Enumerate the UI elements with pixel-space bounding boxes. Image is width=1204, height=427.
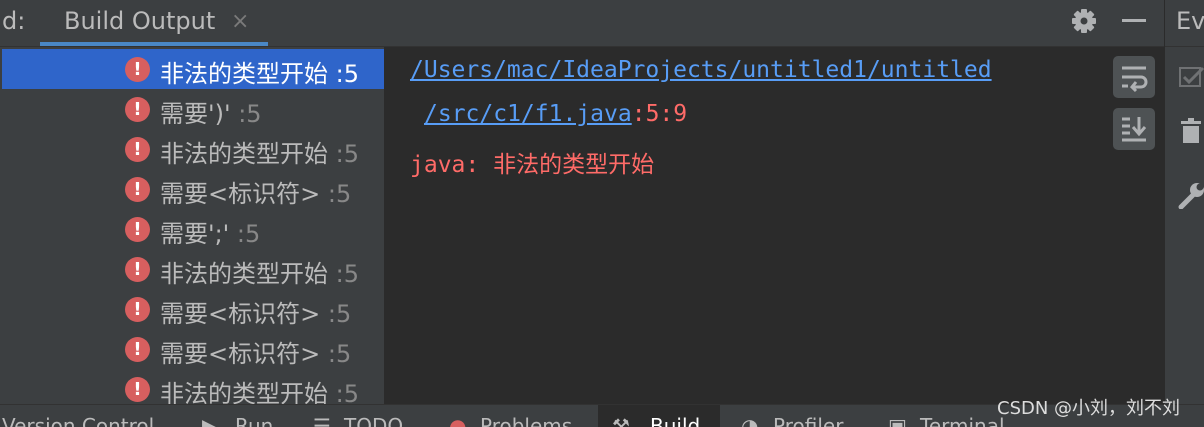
console-output: /Users/mac/IdeaProjects/untitled1/untitl… — [385, 47, 1107, 404]
tree-item-message: 非法的类型开始 — [160, 140, 328, 168]
tool-window-header: d: Build Output × — [0, 0, 1164, 47]
run-icon[interactable]: ▶ — [202, 414, 217, 427]
watermark: CSDN @小刘，刘不刘 — [997, 398, 1181, 419]
wrench-icon[interactable] — [1177, 181, 1204, 209]
version-control-tab[interactable]: Version Control — [2, 414, 154, 427]
gear-icon[interactable] — [1067, 4, 1101, 38]
build-tab[interactable]: Build — [650, 414, 700, 427]
profiler-icon[interactable]: ◔ — [741, 414, 758, 427]
todo-tab[interactable]: TODO — [344, 414, 403, 427]
error-icon: ! — [125, 337, 150, 362]
tree-item[interactable]: ! 非法的类型开始 :5 — [2, 49, 384, 89]
tree-item[interactable]: ! 需要';' :5 — [2, 209, 384, 249]
console-toolbar — [1107, 47, 1163, 404]
tree-item-line: :5 — [335, 60, 359, 88]
error-icon: ! — [125, 137, 150, 162]
check-icon[interactable] — [1177, 63, 1204, 91]
tree-item[interactable]: ! 需要<标识符> :5 — [2, 169, 384, 209]
panel-title-prefix: d: — [2, 7, 26, 35]
terminal-icon[interactable]: ▣ — [888, 414, 907, 427]
error-icon: ! — [125, 97, 150, 122]
tree-item-line: :5 — [327, 340, 352, 368]
close-icon[interactable]: × — [231, 9, 249, 34]
event-log-panel: Ev — [1164, 0, 1204, 404]
error-icon: ! — [125, 217, 150, 242]
tree-item-message: 需要<标识符> — [160, 300, 321, 328]
todo-icon[interactable]: ☰ — [313, 414, 331, 427]
problems-icon[interactable]: ● — [449, 414, 466, 427]
tree-item-text: 需要';' :5 — [160, 214, 260, 249]
tree-item-line: :5 — [327, 180, 352, 208]
active-tab-indicator — [40, 42, 268, 46]
tree-item[interactable]: ! 非法的类型开始 :5 — [2, 129, 384, 169]
problems-tab[interactable]: Problems — [480, 414, 572, 427]
profiler-tab[interactable]: Profiler — [773, 414, 843, 427]
tab-build-output[interactable]: Build Output × — [40, 0, 268, 46]
tree-item[interactable]: ! 需要')' :5 — [2, 89, 384, 129]
scroll-to-end-button[interactable] — [1113, 108, 1155, 150]
soft-wrap-button[interactable] — [1113, 56, 1155, 98]
soft-wrap-icon — [1122, 66, 1148, 93]
tree-item-line: :5 — [335, 260, 359, 288]
tree-item-line: :5 — [236, 220, 261, 248]
tree-item-message: 需要')' — [160, 100, 231, 128]
tree-item-text: 非法的类型开始 :5 — [160, 134, 359, 169]
tree-item[interactable]: ! 需要<标识符> :5 — [2, 289, 384, 329]
tree-item-line: :5 — [238, 100, 262, 128]
error-icon: ! — [125, 377, 150, 402]
trash-icon[interactable] — [1177, 117, 1204, 145]
tree-item-message: 需要<标识符> — [160, 340, 321, 368]
error-icon: ! — [125, 297, 150, 322]
error-icon: ! — [125, 177, 150, 202]
minimize-icon[interactable] — [1122, 19, 1146, 22]
tab-label: Build Output — [64, 7, 216, 35]
event-log-title: Ev — [1176, 7, 1204, 35]
tree-item-text: 需要<标识符> :5 — [160, 334, 351, 369]
error-icon: ! — [125, 57, 150, 82]
error-message: java: 非法的类型开始 — [410, 152, 655, 178]
tree-item[interactable]: ! 需要<标识符> :5 — [2, 329, 384, 369]
tree-item-line: :5 — [335, 140, 359, 168]
scroll-to-end-icon — [1122, 117, 1147, 142]
panel-divider — [1165, 46, 1204, 47]
tree-item-text: 非法的类型开始 :5 — [160, 54, 359, 89]
terminal-tab[interactable]: Terminal — [920, 414, 1005, 427]
tree-item-message: 非法的类型开始 — [160, 260, 328, 288]
file-path-link[interactable]: /Users/mac/IdeaProjects/untitled1/untitl… — [410, 57, 992, 83]
file-path-link-continued[interactable]: /src/c1/f1.java — [424, 101, 632, 127]
build-hammer-icon[interactable]: ⚒ — [612, 414, 630, 427]
tree-item-message: 需要<标识符> — [160, 180, 321, 208]
file-path-line-2: /src/c1/f1.java:5:9 — [424, 101, 687, 127]
build-error-tree: ! 非法的类型开始 :5 ! 需要')' :5 ! 非法的类型开始 :5 ! 需… — [0, 47, 384, 408]
error-location: :5:9 — [631, 101, 688, 127]
tree-item-text: 需要<标识符> :5 — [160, 174, 351, 209]
tree-item-message: 需要';' — [160, 220, 230, 248]
error-icon: ! — [125, 257, 150, 282]
run-tab[interactable]: Run — [235, 414, 273, 427]
tree-item-message: 非法的类型开始 — [160, 60, 328, 88]
tree-item-line: :5 — [327, 300, 352, 328]
tree-item[interactable]: ! 非法的类型开始 :5 — [2, 249, 384, 289]
tree-item-text: 非法的类型开始 :5 — [160, 254, 359, 289]
tree-item-text: 需要')' :5 — [160, 94, 262, 129]
tree-item-text: 需要<标识符> :5 — [160, 294, 351, 329]
tree-item[interactable]: ! 非法的类型开始 :5 — [2, 369, 384, 409]
